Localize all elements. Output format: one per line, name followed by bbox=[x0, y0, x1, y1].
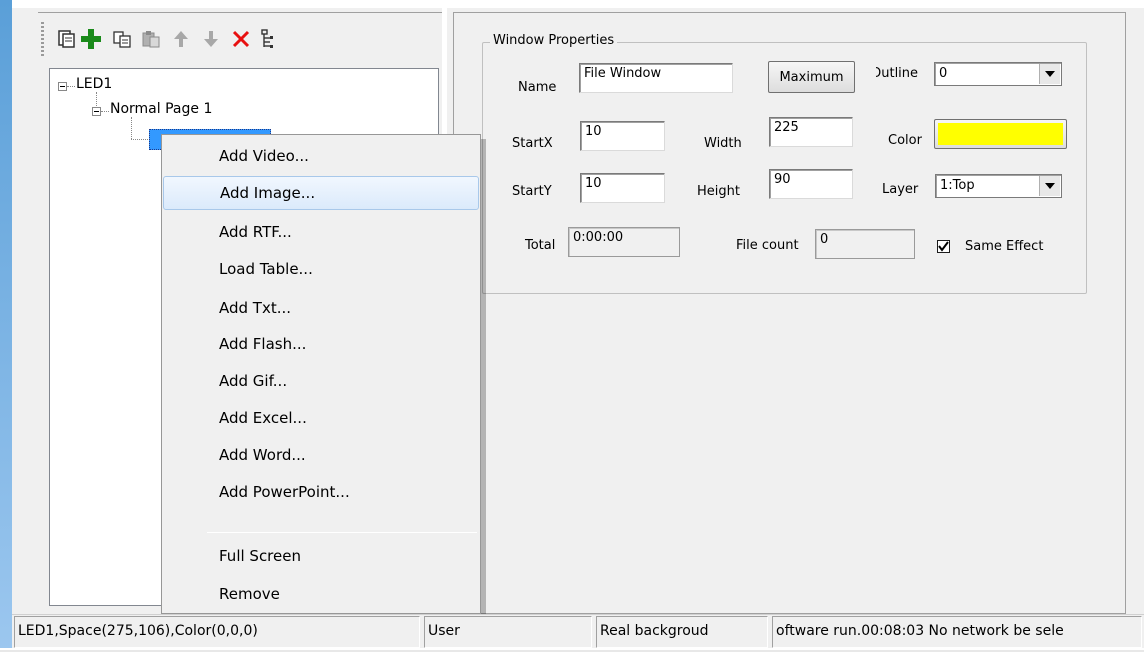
group-title: Window Properties bbox=[490, 33, 618, 48]
menu-item-add-powerpoint[interactable]: Add PowerPoint... bbox=[163, 475, 479, 509]
copy-icon bbox=[113, 31, 131, 48]
tree-connector bbox=[131, 117, 132, 139]
dropdown-arrow-icon[interactable] bbox=[1039, 176, 1060, 196]
tree-connector bbox=[67, 86, 75, 87]
same-effect-checkbox[interactable] bbox=[937, 240, 950, 253]
layer-label: Layer bbox=[882, 182, 919, 197]
total-label: Total bbox=[525, 238, 556, 253]
same-effect-label[interactable]: Same Effect bbox=[965, 239, 1043, 254]
name-field[interactable]: File Window bbox=[579, 63, 733, 93]
status-background: Real backgroud bbox=[596, 616, 768, 648]
paste-button[interactable] bbox=[138, 26, 164, 52]
menu-item-full-screen[interactable]: Full Screen bbox=[163, 539, 479, 573]
add-icon bbox=[81, 29, 101, 49]
starty-field[interactable]: 10 bbox=[580, 173, 665, 203]
window-left-border bbox=[0, 0, 12, 652]
menu-item-add-word[interactable]: Add Word... bbox=[163, 438, 479, 472]
paste-icon bbox=[142, 31, 160, 48]
height-label: Height bbox=[697, 184, 740, 199]
color-label: Color bbox=[888, 133, 922, 148]
outline-value: 0 bbox=[939, 66, 948, 81]
collapse-page-icon[interactable] bbox=[92, 107, 101, 116]
move-down-icon bbox=[204, 31, 218, 47]
move-down-button[interactable] bbox=[198, 26, 224, 52]
color-swatch bbox=[938, 123, 1063, 145]
color-button[interactable] bbox=[934, 119, 1067, 149]
tree-connector bbox=[131, 139, 148, 140]
context-menu-separator bbox=[207, 532, 477, 533]
dropdown-arrow-icon[interactable] bbox=[1039, 64, 1060, 84]
name-label: Name bbox=[518, 80, 557, 95]
move-up-icon bbox=[174, 31, 188, 47]
layer-value: 1:Top bbox=[940, 178, 975, 193]
toolbar-grip[interactable] bbox=[41, 22, 44, 56]
starty-label: StartY bbox=[512, 184, 552, 199]
tree-connector bbox=[96, 92, 97, 108]
menu-item-add-txt[interactable]: Add Txt... bbox=[163, 291, 479, 325]
menu-item-remove[interactable]: Remove bbox=[163, 577, 479, 611]
file-count-label: File count bbox=[736, 238, 799, 253]
toolbar-divider bbox=[38, 12, 442, 13]
menu-item-add-flash[interactable]: Add Flash... bbox=[163, 327, 479, 361]
new-screen-button[interactable] bbox=[54, 26, 80, 52]
move-up-button[interactable] bbox=[168, 26, 194, 52]
menu-item-load-table[interactable]: Load Table... bbox=[163, 252, 479, 286]
outline-label-clip: Outline bbox=[876, 62, 938, 84]
status-runtime: oftware run.00:08:03 No network be sele bbox=[772, 616, 1142, 648]
new-screen-icon bbox=[58, 30, 75, 48]
tree-connector bbox=[101, 111, 109, 112]
total-field: 0:00:00 bbox=[568, 227, 680, 257]
width-field[interactable]: 225 bbox=[769, 117, 853, 147]
menu-item-add-video[interactable]: Add Video... bbox=[163, 139, 479, 173]
tree-node-led1[interactable]: LED1 bbox=[76, 76, 112, 92]
add-button[interactable] bbox=[78, 26, 104, 52]
layer-select[interactable]: 1:Top bbox=[935, 174, 1062, 198]
status-user: User bbox=[424, 616, 592, 648]
menu-item-add-image[interactable]: Add Image... bbox=[163, 176, 479, 210]
maximum-button[interactable]: Maximum bbox=[768, 61, 855, 93]
delete-icon bbox=[232, 30, 250, 48]
startx-field[interactable]: 10 bbox=[580, 121, 665, 151]
collapse-root-icon[interactable] bbox=[58, 82, 67, 91]
status-cursor-info: LED1,Space(275,106),Color(0,0,0) bbox=[14, 616, 420, 648]
tree-view-button[interactable] bbox=[256, 26, 282, 52]
copy-button[interactable] bbox=[109, 26, 135, 52]
delete-button[interactable] bbox=[228, 26, 254, 52]
width-label: Width bbox=[704, 136, 742, 151]
height-field[interactable]: 90 bbox=[769, 169, 853, 199]
tree-view-icon bbox=[261, 29, 273, 48]
menu-item-add-rtf[interactable]: Add RTF... bbox=[163, 215, 479, 249]
file-count-field: 0 bbox=[815, 229, 915, 259]
outline-label: Outline bbox=[876, 66, 919, 81]
menu-item-add-gif[interactable]: Add Gif... bbox=[163, 364, 479, 398]
tree-node-page[interactable]: Normal Page 1 bbox=[110, 101, 212, 117]
menu-item-add-excel[interactable]: Add Excel... bbox=[163, 401, 479, 435]
outline-select[interactable]: 0 bbox=[934, 62, 1062, 86]
startx-label: StartX bbox=[512, 136, 553, 151]
checkmark-icon bbox=[938, 241, 949, 252]
